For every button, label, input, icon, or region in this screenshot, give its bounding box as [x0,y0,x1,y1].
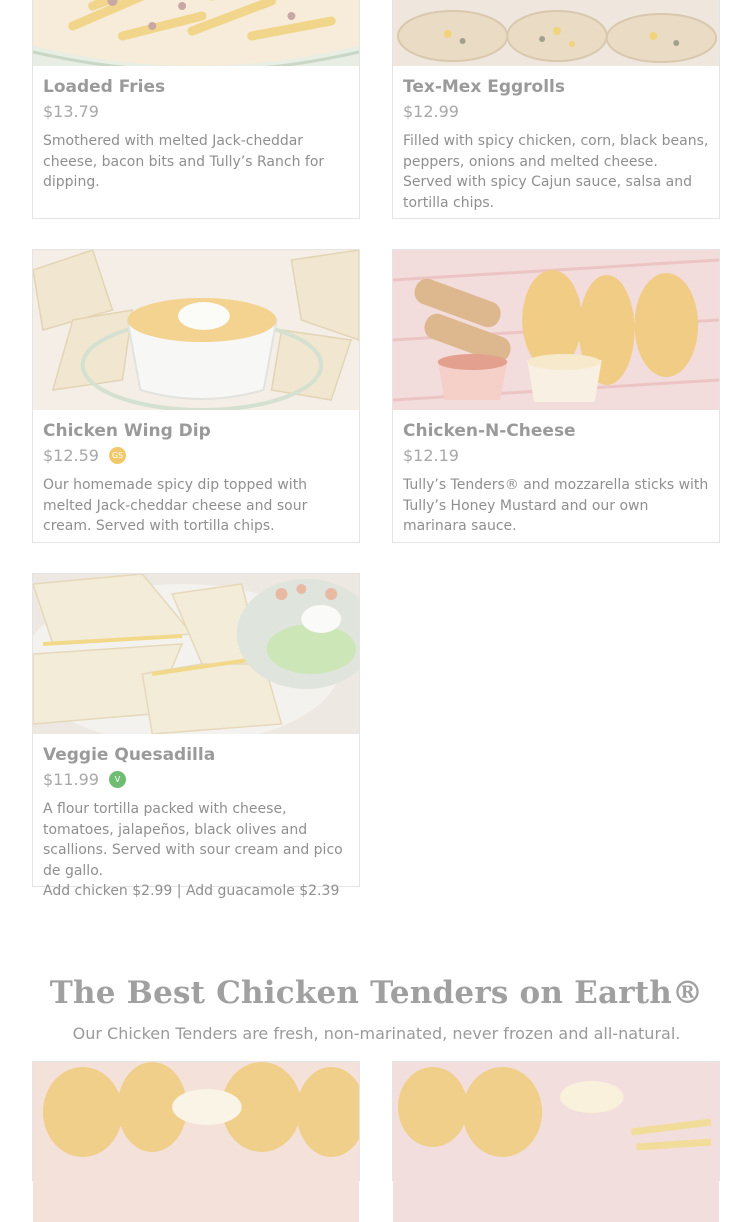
veggie-quesadilla-image [33,574,359,734]
vegetarian-badge-icon: V [108,770,126,788]
tenders-image [393,1062,719,1222]
item-description: Filled with spicy chicken, corn, black b… [403,133,709,211]
item-add-ons: Add chicken $2.99 | Add guacamole $2.39 [43,883,340,899]
menu-card-tenders-2[interactable] [392,1061,720,1222]
menu-card-tex-mex-eggrolls[interactable]: Tex-Mex Eggrolls $12.99 Filled with spic… [392,0,720,219]
tenders-image [33,1062,359,1222]
menu-card-chicken-wing-dip[interactable]: Chicken Wing Dip $12.59 GS Our homemade … [32,249,360,543]
item-name: Chicken-N-Cheese [403,421,576,441]
item-name: Loaded Fries [43,77,166,97]
section-subtitle: Our Chicken Tenders are fresh, non-marin… [72,1024,681,1043]
menu-card-tenders-1[interactable] [32,1061,360,1222]
tex-mex-eggrolls-image [393,0,719,66]
menu-card-loaded-fries[interactable]: Loaded Fries $13.79 Smothered with melte… [32,0,360,219]
item-description: Our homemade spicy dip topped with melte… [43,477,308,534]
item-price: $12.19 [403,445,459,465]
gluten-sensitive-badge-icon: GS [108,446,126,464]
chicken-wing-dip-image [33,250,359,410]
loaded-fries-image [33,0,359,66]
menu-card-chicken-n-cheese[interactable]: Chicken-N-Cheese $12.19 Tully’s Tenders®… [392,249,720,543]
item-description: A flour tortilla packed with cheese, tom… [43,801,343,879]
item-name: Veggie Quesadilla [43,745,216,765]
item-name: Chicken Wing Dip [43,421,211,441]
item-price: $11.99 [43,769,99,789]
item-price: $12.59 [43,445,99,465]
item-description: Smothered with melted Jack-cheddar chees… [43,133,325,190]
item-description: Tully’s Tenders® and mozzarella sticks w… [403,477,709,534]
menu-card-veggie-quesadilla[interactable]: Veggie Quesadilla $11.99 V A flour torti… [32,573,360,899]
chicken-n-cheese-image [393,250,719,410]
item-price: $13.79 [43,101,99,121]
item-name: Tex-Mex Eggrolls [403,77,566,97]
item-price: $12.99 [403,101,459,121]
section-title: The Best Chicken Tenders on Earth® [49,975,704,1011]
